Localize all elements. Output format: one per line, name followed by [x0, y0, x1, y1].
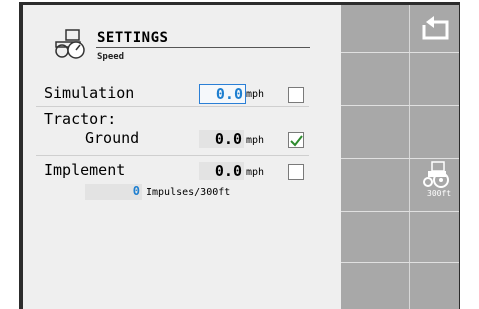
implement-speed-value: 0.0 — [199, 162, 244, 180]
page-title: SETTINGS — [97, 30, 169, 46]
ground-label: Ground — [85, 129, 140, 147]
title-underline — [96, 47, 310, 48]
rail-divider — [341, 211, 459, 212]
impulses-input[interactable]: 0 — [85, 184, 142, 200]
calibrate-300ft-button[interactable]: 300ft — [410, 158, 459, 211]
back-button[interactable] — [410, 5, 459, 52]
softkey-blank-1[interactable] — [341, 5, 409, 52]
back-arrow-icon — [422, 16, 449, 40]
tractor-speed-icon — [55, 29, 85, 59]
page-subtitle: Speed — [97, 52, 125, 62]
simulation-unit: mph — [246, 89, 265, 100]
tractor-label: Tractor: — [44, 110, 117, 128]
row-divider — [36, 106, 309, 107]
rail-divider — [341, 52, 459, 53]
simulation-label: Simulation — [44, 84, 135, 102]
impulses-label: Impulses/300ft — [146, 187, 231, 198]
ground-speed-value: 0.0 — [199, 130, 244, 148]
ground-checkbox[interactable] — [288, 132, 304, 148]
rail-divider — [341, 262, 459, 263]
checkmark-icon — [290, 135, 303, 147]
simulation-checkbox[interactable] — [288, 87, 304, 103]
implement-label: Implement — [44, 161, 126, 179]
simulation-speed-input[interactable]: 0.0 — [199, 84, 246, 104]
implement-unit: mph — [246, 167, 265, 178]
ground-unit: mph — [246, 135, 265, 146]
row-divider — [36, 155, 309, 156]
rail-divider — [341, 105, 459, 106]
implement-checkbox[interactable] — [288, 164, 304, 180]
calibrate-label: 300ft — [427, 189, 452, 198]
